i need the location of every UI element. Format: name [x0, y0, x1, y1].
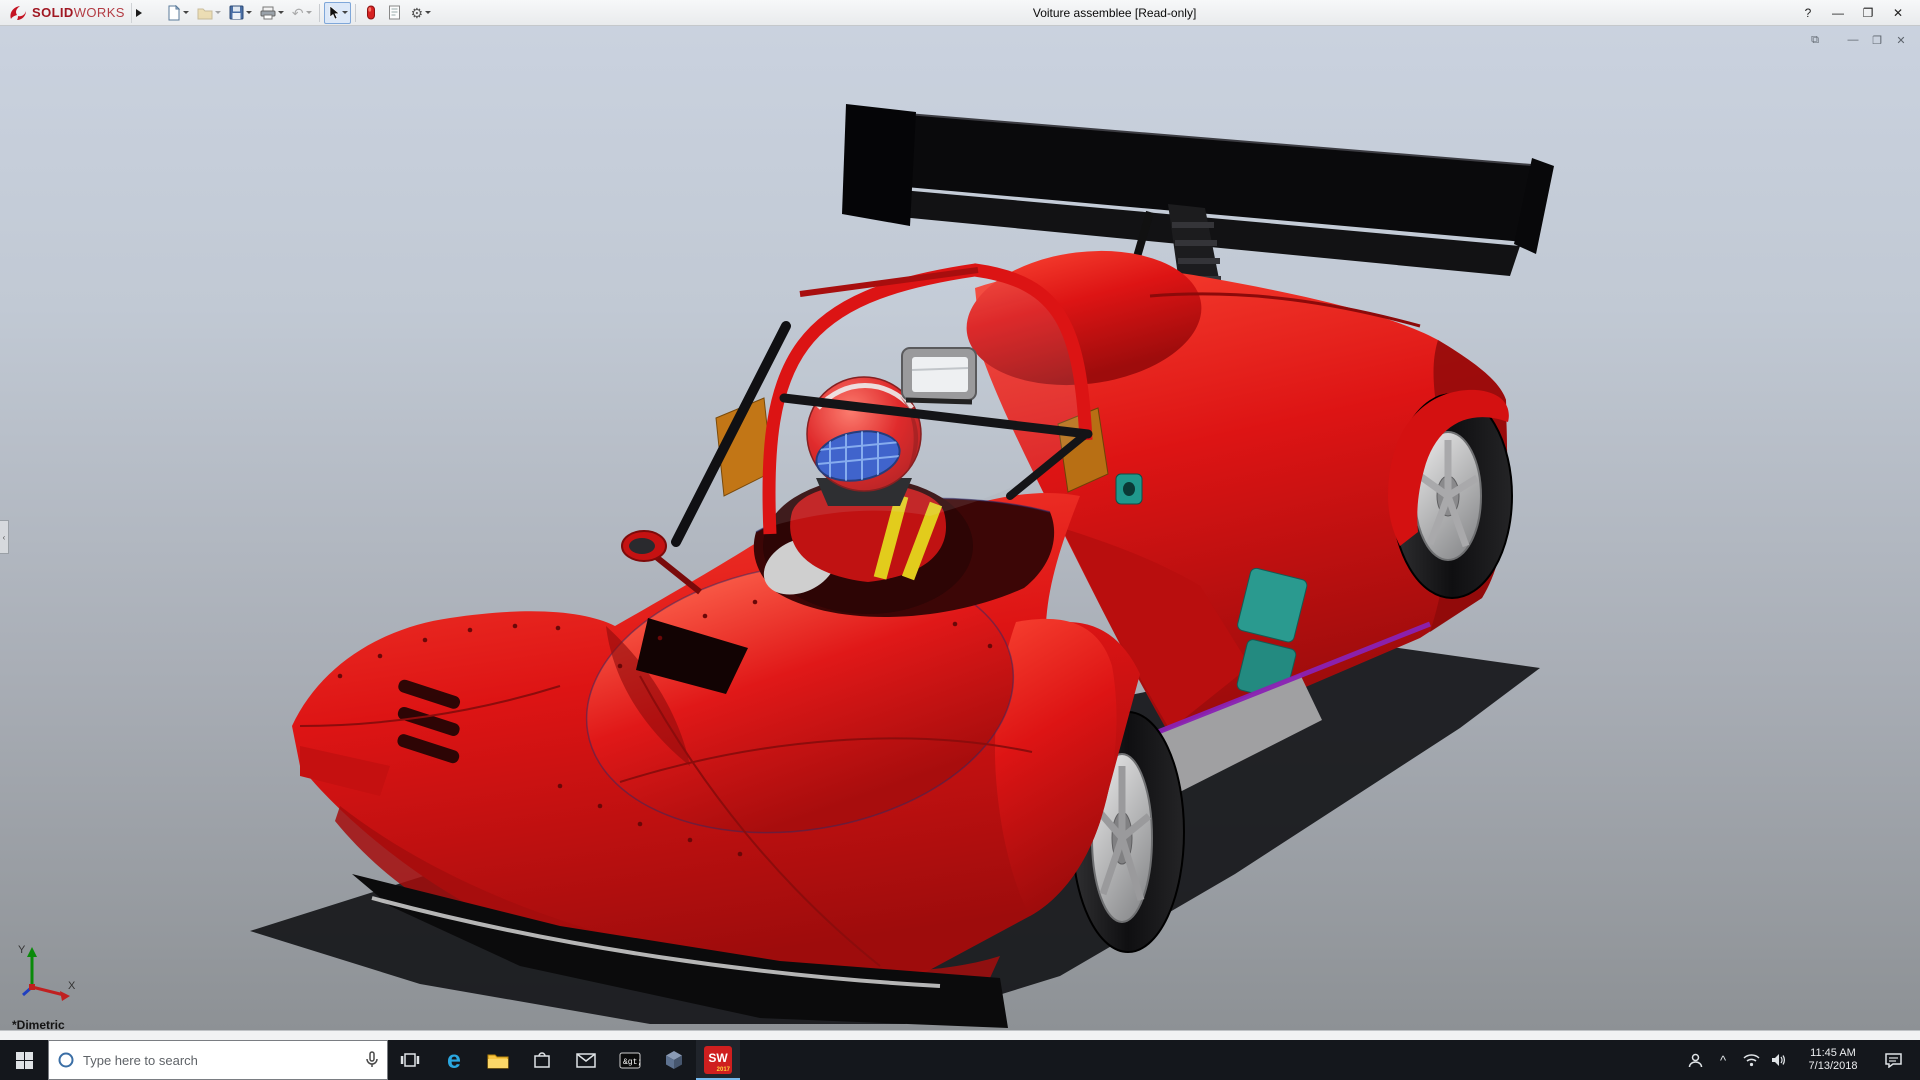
clock-time: 11:45 AM — [1810, 1047, 1856, 1060]
command-prompt-button[interactable]: &gt;_ — [608, 1040, 652, 1080]
window-title: Voiture assemblee [Read-only] — [435, 6, 1794, 20]
task-view-icon — [400, 1052, 420, 1068]
main-toolbar: ↶ — [153, 0, 435, 25]
brand-text: SOLIDWORKS — [32, 5, 125, 20]
dropdown-arrow-icon — [246, 11, 252, 14]
document-properties-icon — [388, 5, 401, 20]
help-button[interactable]: ? — [1794, 3, 1822, 23]
store-button[interactable] — [520, 1040, 564, 1080]
mail-button[interactable] — [564, 1040, 608, 1080]
window-controls: ? — ❐ ✕ — [1794, 3, 1920, 23]
brand-solid: SOLID — [32, 5, 74, 20]
network-tray-button[interactable] — [1738, 1040, 1764, 1080]
person-icon — [1688, 1053, 1703, 1068]
search-input[interactable] — [83, 1053, 357, 1068]
file-explorer-button[interactable] — [476, 1040, 520, 1080]
featuremanager-collapsed-tab[interactable]: ‹ — [0, 520, 9, 554]
appearance-button[interactable] — [360, 2, 382, 24]
speaker-icon — [1771, 1053, 1787, 1067]
doc-maximize-button[interactable]: ❐ — [1868, 32, 1886, 48]
close-button[interactable]: ✕ — [1884, 3, 1912, 23]
titlebar: SOLIDWORKS — [0, 0, 1920, 26]
doc-minimize-button[interactable]: — — [1844, 32, 1862, 48]
undo-icon: ↶ — [292, 6, 304, 20]
mail-icon — [576, 1053, 596, 1068]
file-explorer-icon — [487, 1052, 509, 1069]
action-center-button[interactable] — [1874, 1040, 1912, 1080]
wifi-icon — [1743, 1054, 1760, 1067]
dock-window-button[interactable]: ⧉ — [1806, 32, 1824, 48]
document-window-controls: ⧉ — ❐ ✕ — [1806, 32, 1910, 48]
rear-wing[interactable] — [842, 104, 1554, 294]
print-icon — [260, 6, 276, 20]
dropdown-arrow-icon — [306, 11, 312, 14]
orientation-triad: Y X — [16, 941, 78, 1008]
triad-x-label: X — [68, 980, 76, 992]
status-bar — [0, 1030, 1920, 1040]
start-button[interactable] — [0, 1040, 48, 1080]
gear-icon: ⚙ — [411, 6, 424, 20]
cortana-icon — [57, 1051, 75, 1069]
side-mirror[interactable] — [622, 531, 700, 592]
taskbar-search[interactable] — [48, 1040, 388, 1080]
windscreen-device — [902, 348, 976, 402]
solidworks-2017-icon: SW 2017 — [704, 1046, 732, 1074]
dropdown-arrow-icon — [342, 11, 348, 14]
windows-taskbar: e &gt;_ — [0, 1040, 1920, 1080]
sw-year: 2017 — [717, 1067, 730, 1073]
print-button[interactable] — [257, 2, 287, 24]
solidworks-brand: SOLIDWORKS — [0, 0, 153, 25]
new-document-icon — [167, 5, 181, 21]
toolbar-separator — [355, 4, 356, 22]
graphics-area[interactable]: ⧉ — ❐ ✕ ‹ Y X *Dimetric — [0, 26, 1920, 1030]
open-folder-icon — [197, 6, 213, 20]
system-tray: ^ 11:45 AM 7/13/2018 — [1682, 1040, 1920, 1080]
solidworks-2017-button[interactable]: SW 2017 — [696, 1040, 740, 1080]
car-3d-model[interactable] — [0, 26, 1920, 1030]
microphone-icon[interactable] — [365, 1051, 379, 1069]
edge-icon: e — [447, 1048, 461, 1073]
document-properties-button[interactable] — [384, 2, 406, 24]
volume-tray-button[interactable] — [1766, 1040, 1792, 1080]
toolbar-separator — [319, 4, 320, 22]
people-tray-button[interactable] — [1682, 1040, 1708, 1080]
save-button[interactable] — [226, 2, 255, 24]
menu-expand-arrow-icon — [136, 9, 142, 17]
clock-date: 7/13/2018 — [1809, 1060, 1858, 1073]
select-tool-button[interactable] — [324, 2, 351, 24]
solidworks-window: SOLIDWORKS — [0, 0, 1920, 1080]
cube-app-icon — [664, 1050, 684, 1070]
doc-close-button[interactable]: ✕ — [1892, 32, 1910, 48]
composer-app-button[interactable] — [652, 1040, 696, 1080]
open-button[interactable] — [194, 2, 224, 24]
taskbar-clock[interactable]: 11:45 AM 7/13/2018 — [1794, 1040, 1872, 1080]
dropdown-arrow-icon — [425, 11, 431, 14]
undo-button[interactable]: ↶ — [289, 2, 315, 24]
triad-y-label: Y — [18, 944, 26, 956]
options-button[interactable]: ⚙ — [408, 2, 435, 24]
command-prompt-icon: &gt;_ — [619, 1052, 641, 1069]
minimize-button[interactable]: — — [1824, 3, 1852, 23]
dropdown-arrow-icon — [278, 11, 284, 14]
maximize-button[interactable]: ❐ — [1854, 3, 1882, 23]
dropdown-arrow-icon — [183, 11, 189, 14]
action-center-icon — [1885, 1053, 1902, 1068]
appearance-icon — [365, 5, 377, 20]
sw-label: SW — [708, 1051, 727, 1065]
brand-works: WORKS — [74, 5, 125, 20]
dropdown-arrow-icon — [215, 11, 221, 14]
show-hidden-icons-button[interactable]: ^ — [1710, 1040, 1736, 1080]
save-icon — [229, 5, 244, 20]
new-document-button[interactable] — [164, 2, 192, 24]
store-icon — [533, 1051, 551, 1069]
cmd-glyph: &gt;_ — [623, 1058, 641, 1067]
ds-logo-icon — [8, 4, 28, 22]
select-cursor-icon — [327, 5, 340, 20]
taskbar-spacer — [740, 1040, 1682, 1080]
menu-expand-button[interactable] — [131, 3, 147, 23]
windows-logo-icon — [16, 1052, 33, 1069]
edge-browser-button[interactable]: e — [432, 1040, 476, 1080]
task-view-button[interactable] — [388, 1040, 432, 1080]
